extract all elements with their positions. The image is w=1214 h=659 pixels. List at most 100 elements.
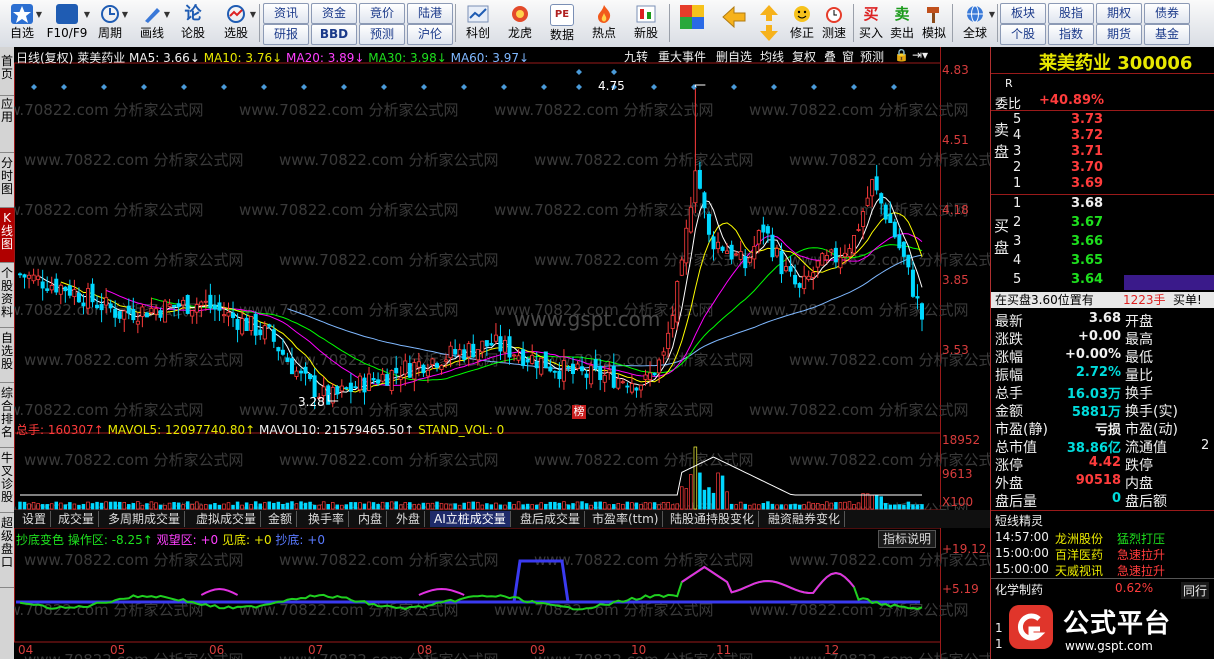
tab-volume[interactable]: 成交量: [54, 511, 100, 527]
short-line-stock[interactable]: 百洋医药: [1055, 546, 1103, 563]
tab-multi-period-volume[interactable]: 多周期成交量: [104, 511, 186, 527]
nav-apps[interactable]: 应用: [0, 98, 14, 153]
nav-stock-profile[interactable]: 个股资料: [0, 263, 14, 328]
btn-overlay[interactable]: 叠: [824, 48, 842, 65]
rank-flag-badge[interactable]: 榜: [572, 405, 586, 419]
btn-index-futures[interactable]: 股指: [1048, 3, 1094, 24]
peer-button[interactable]: 同行: [1181, 582, 1210, 599]
tab-margin-change[interactable]: 融资融券变化: [764, 511, 846, 527]
buy-price[interactable]: 3.66: [1071, 234, 1103, 249]
btn-stock[interactable]: 个股: [1000, 24, 1046, 45]
toolbar-item-updown[interactable]: [756, 2, 782, 45]
sell-price[interactable]: 3.70: [1071, 160, 1103, 175]
btn-news[interactable]: 资讯: [263, 3, 309, 24]
toolbar-item-kechuang[interactable]: 科创: [458, 2, 498, 45]
btn-index[interactable]: 指数: [1048, 24, 1094, 45]
tab-ai-volume[interactable]: AI立桩成交量: [430, 511, 511, 527]
toolbar-item-layout[interactable]: [672, 2, 708, 45]
left-nav: 首页 应用 分时图 K线图 个股资料 自选股 综合排名 牛叉诊股 超级盘口: [0, 47, 14, 659]
nav-watchlist[interactable]: 自选股: [0, 328, 14, 383]
buy-price[interactable]: 3.65: [1071, 253, 1103, 268]
collapse-icon[interactable]: ⇥▾: [912, 48, 938, 62]
btn-research[interactable]: 研报: [263, 24, 309, 45]
nav-super-panel[interactable]: 超级盘口: [0, 513, 14, 588]
indicator-pink-line: [681, 565, 855, 595]
lock-icon[interactable]: 🔒: [894, 48, 909, 62]
short-line-stock[interactable]: 龙洲股份: [1055, 530, 1103, 547]
btn-remove-watch[interactable]: 删自选: [716, 48, 760, 65]
sell-price[interactable]: 3.72: [1071, 128, 1103, 143]
toolbar-item-back[interactable]: [712, 2, 752, 45]
toolbar-item-hot[interactable]: 热点: [584, 2, 624, 45]
btn-sector[interactable]: 板块: [1000, 3, 1046, 24]
btn-fund[interactable]: 资金: [311, 3, 357, 24]
btn-auction[interactable]: 竟价: [359, 3, 405, 24]
tab-virtual-volume[interactable]: 虚拟成交量: [192, 511, 262, 527]
nav-ranking[interactable]: 综合排名: [0, 383, 14, 448]
tab-pe-ttm[interactable]: 市盈率(ttm): [588, 511, 664, 527]
volume-bar: [213, 503, 217, 510]
toolbar-item-pick[interactable]: 选股 ▼: [216, 2, 256, 45]
volume-bar: [462, 502, 466, 510]
tab-after-hours-volume[interactable]: 盘后成交量: [516, 511, 586, 527]
sell-price[interactable]: 3.73: [1071, 112, 1103, 127]
tab-northbound-change[interactable]: 陆股通持股变化: [666, 511, 760, 527]
toolbar-item-global[interactable]: 全球 ▼: [955, 2, 995, 45]
toolbar-item-sell[interactable]: 卖 卖出: [887, 2, 917, 45]
indicator-help-button[interactable]: 指标说明: [878, 530, 937, 548]
btn-shanghai-london[interactable]: 沪伦: [407, 24, 453, 45]
toolbar-item-data[interactable]: PE 数据: [542, 2, 582, 45]
nav-kline-chart[interactable]: K线图: [0, 208, 14, 263]
volume-bar: [834, 502, 838, 510]
buy-price[interactable]: 3.68: [1071, 196, 1103, 211]
tab-amount[interactable]: 金额: [264, 511, 298, 527]
candle-body: [448, 345, 453, 359]
sell-price[interactable]: 3.71: [1071, 144, 1103, 159]
toolbar-item-zixuan[interactable]: 自选 ▼: [2, 2, 42, 45]
btn-funds[interactable]: 基金: [1144, 24, 1190, 45]
btn-jiuzhuan[interactable]: 九转: [624, 48, 656, 65]
toolbar-item-period[interactable]: 周期 ▼: [92, 2, 128, 45]
toolbar-item-correct[interactable]: 修正: [786, 2, 818, 45]
nav-diagnosis[interactable]: 牛叉诊股: [0, 448, 14, 513]
btn-predict[interactable]: 预测: [860, 48, 890, 65]
btn-window[interactable]: 窗: [842, 48, 860, 65]
nav-minute-chart[interactable]: 分时图: [0, 153, 14, 208]
candle-body: [462, 349, 467, 360]
toolbar-item-speed[interactable]: 测速: [818, 2, 850, 45]
kline-svg[interactable]: www.70822.com 分析家公式网 www.70822.com 分析家公式网…: [14, 47, 990, 659]
tab-inner[interactable]: 内盘: [354, 511, 388, 527]
btn-forecast[interactable]: 预测: [359, 24, 405, 45]
nav-home[interactable]: 首页: [0, 47, 14, 96]
toolbar-item-buy[interactable]: 买 买入: [856, 2, 886, 45]
tab-settings[interactable]: 设置: [18, 511, 52, 527]
quote-label-right: 内盘: [1125, 476, 1153, 492]
btn-futures[interactable]: 期货: [1096, 24, 1142, 45]
sector-name[interactable]: 化学制药: [995, 581, 1043, 598]
buy-price[interactable]: 3.67: [1071, 215, 1103, 230]
short-line-stock[interactable]: 天威视讯: [1055, 562, 1103, 579]
big-order-notice[interactable]: 在买盘3.60位置有 1223手 买单!: [991, 292, 1214, 308]
background-watermark-text: www.70822.com 分析家公式网: [24, 551, 244, 569]
btn-adjust[interactable]: 复权: [792, 48, 824, 65]
kline-chart-area[interactable]: www.70822.com 分析家公式网 www.70822.com 分析家公式网…: [14, 47, 990, 659]
toolbar-item-discuss[interactable]: 论 论股: [176, 2, 210, 45]
btn-options[interactable]: 期权: [1096, 3, 1142, 24]
buy-price[interactable]: 3.64: [1071, 272, 1103, 287]
tab-outer[interactable]: 外盘: [392, 511, 426, 527]
btn-major-events[interactable]: 重大事件: [658, 48, 716, 65]
btn-bonds[interactable]: 债券: [1144, 3, 1190, 24]
btn-hk-connect[interactable]: 陆港: [407, 3, 453, 24]
toolbar-item-f10[interactable]: F10/F9 ▼: [44, 2, 90, 45]
candle-body: [716, 241, 721, 250]
toolbar-item-dragon-tiger[interactable]: 龙虎: [500, 2, 540, 45]
toolbar-item-new-stock[interactable]: 新股: [626, 2, 666, 45]
tab-turnover[interactable]: 换手率: [304, 511, 350, 527]
toolbar-item-draw[interactable]: 画线 ▼: [134, 2, 170, 45]
btn-ma[interactable]: 均线: [760, 48, 792, 65]
sell-price[interactable]: 3.69: [1071, 176, 1103, 191]
btn-bbd[interactable]: BBD: [311, 24, 357, 45]
volume-bar: [217, 504, 222, 510]
volume-bar: [294, 503, 299, 510]
toolbar-item-simulate[interactable]: 模拟: [918, 2, 950, 45]
